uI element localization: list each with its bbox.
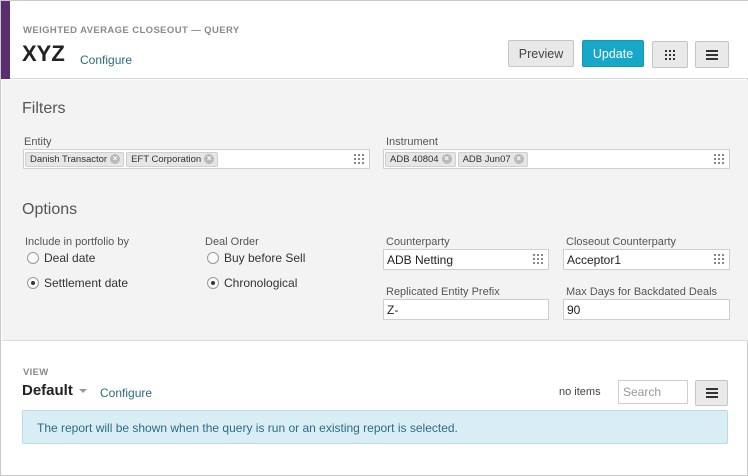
hamburger-icon xyxy=(705,388,718,398)
entity-tag: Danish Transactor × xyxy=(25,151,125,167)
radio-label: Deal date xyxy=(44,251,96,265)
remove-tag-icon[interactable]: × xyxy=(110,154,121,164)
remove-tag-icon[interactable]: × xyxy=(204,154,215,164)
entity-tag: EFT Corporation × xyxy=(126,151,219,167)
info-message: The report will be shown when the query … xyxy=(22,410,728,444)
accent-bar xyxy=(1,1,10,79)
item-count: no items xyxy=(559,386,601,398)
replicated-prefix-value: Z- xyxy=(387,303,399,317)
instrument-label: Instrument xyxy=(386,136,438,148)
portfolio-label: Include in portfolio by xyxy=(25,236,129,248)
picker-grid-icon[interactable] xyxy=(533,254,543,264)
radio-button-selected[interactable] xyxy=(207,277,219,289)
radio-deal-date[interactable]: Deal date xyxy=(27,251,95,265)
instrument-tag: ADB Jun07 × xyxy=(457,151,528,167)
hamburger-icon xyxy=(706,49,718,60)
radio-button[interactable] xyxy=(207,252,219,264)
view-selector[interactable]: Default xyxy=(22,382,87,399)
tag-label: Danish Transactor xyxy=(30,153,108,165)
radio-button[interactable] xyxy=(27,252,39,264)
app-window: WEIGHTED AVERAGE CLOSEOUT — QUERY XYZ Co… xyxy=(0,0,748,476)
counterparty-field[interactable]: ADB Netting xyxy=(383,249,549,270)
preview-button[interactable]: Preview xyxy=(508,40,574,67)
remove-tag-icon[interactable]: × xyxy=(441,154,452,164)
radio-settlement-date[interactable]: Settlement date xyxy=(27,276,128,290)
view-configure-link[interactable]: Configure xyxy=(100,386,152,400)
breadcrumb: WEIGHTED AVERAGE CLOSEOUT — QUERY xyxy=(23,25,240,36)
radio-button-selected[interactable] xyxy=(27,277,39,289)
counterparty-value: ADB Netting xyxy=(387,253,454,267)
page-title: XYZ xyxy=(22,41,65,66)
page-header: WEIGHTED AVERAGE CLOSEOUT — QUERY XYZ Co… xyxy=(1,1,748,79)
picker-grid-icon[interactable] xyxy=(354,154,364,164)
radio-label: Settlement date xyxy=(44,276,129,290)
instrument-tag: ADB 40804 × xyxy=(385,151,456,167)
replicated-prefix-input[interactable]: Z- xyxy=(383,299,549,320)
radio-buy-before-sell[interactable]: Buy before Sell xyxy=(207,251,305,265)
menu-button[interactable] xyxy=(695,41,729,68)
grid-view-button[interactable] xyxy=(652,41,688,68)
closeout-counterparty-label: Closeout Counterparty xyxy=(566,236,677,248)
radio-chronological[interactable]: Chronological xyxy=(207,276,297,290)
max-days-label: Max Days for Backdated Deals xyxy=(566,286,718,298)
picker-grid-icon[interactable] xyxy=(714,254,724,264)
configure-link[interactable]: Configure xyxy=(80,53,132,67)
update-button[interactable]: Update xyxy=(582,40,644,67)
filters-title: Filters xyxy=(22,100,66,117)
view-name: Default xyxy=(22,382,73,399)
radio-label: Buy before Sell xyxy=(224,251,306,265)
instrument-field[interactable]: ADB 40804 × ADB Jun07 × xyxy=(383,149,730,169)
view-menu-button[interactable] xyxy=(695,380,728,406)
tag-label: EFT Corporation xyxy=(131,153,202,165)
max-days-input[interactable]: 90 xyxy=(563,299,730,320)
closeout-counterparty-field[interactable]: Acceptor1 xyxy=(563,249,730,270)
options-title: Options xyxy=(22,201,78,218)
picker-grid-icon[interactable] xyxy=(714,154,724,164)
max-days-value: 90 xyxy=(567,303,581,317)
closeout-counterparty-value: Acceptor1 xyxy=(567,253,622,267)
tag-label: ADB Jun07 xyxy=(462,153,511,165)
replicated-prefix-label: Replicated Entity Prefix xyxy=(386,286,500,298)
counterparty-label: Counterparty xyxy=(386,236,450,248)
grid-icon xyxy=(665,49,675,60)
search-input[interactable]: Search xyxy=(618,380,688,404)
radio-label: Chronological xyxy=(224,276,298,290)
entity-label: Entity xyxy=(24,136,52,148)
query-panel: Filters Entity Danish Transactor × EFT C… xyxy=(2,80,748,341)
caret-down-icon xyxy=(78,388,87,393)
entity-field[interactable]: Danish Transactor × EFT Corporation × xyxy=(23,149,370,169)
remove-tag-icon[interactable]: × xyxy=(513,154,524,164)
deal-order-label: Deal Order xyxy=(205,236,259,248)
tag-label: ADB 40804 xyxy=(390,153,439,165)
view-label: VIEW xyxy=(23,367,49,378)
